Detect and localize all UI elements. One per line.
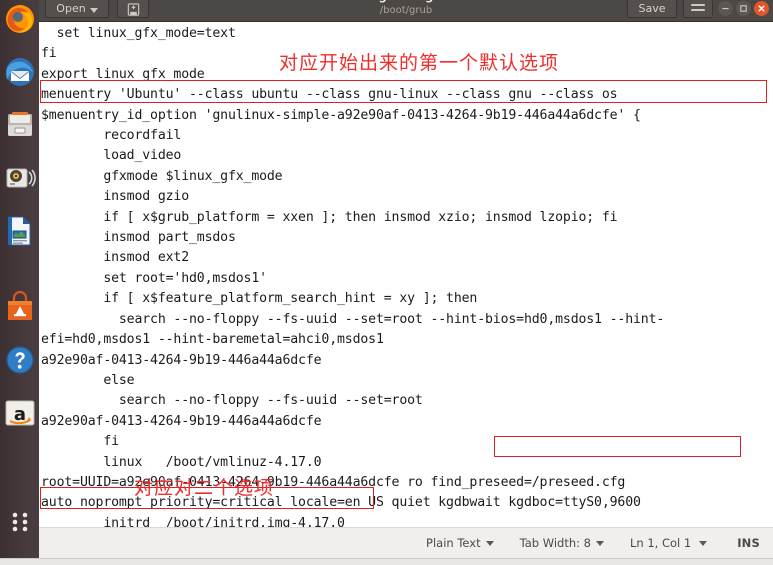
ubuntu-launcher: a <box>0 0 39 565</box>
chevron-down-icon <box>89 7 98 13</box>
launcher-item-help[interactable] <box>3 343 36 376</box>
language-selector[interactable]: Plain Text <box>426 536 494 550</box>
document-text[interactable]: set linux_gfx_mode=text fi export linux_… <box>41 24 771 527</box>
launcher-item-amazon[interactable]: a <box>3 396 36 429</box>
chevron-down-icon[interactable] <box>699 540 708 546</box>
maximize-button[interactable] <box>736 1 751 16</box>
firefox-icon <box>5 4 34 33</box>
minimize-button[interactable] <box>718 1 733 16</box>
new-document-button[interactable] <box>117 0 149 18</box>
tab-width-selector[interactable]: Tab Width: 8 <box>520 536 604 550</box>
status-bar: Plain Text Tab Width: 8 Ln 1, Col 1 INS <box>39 527 773 558</box>
ubuntu-software-icon <box>7 290 32 320</box>
insert-mode-indicator: INS <box>737 536 760 550</box>
text-editor-view[interactable]: set linux_gfx_mode=text fi export linux_… <box>39 22 773 527</box>
rhythmbox-icon <box>6 168 36 187</box>
launcher-item-libreoffice-writer[interactable] <box>3 214 36 247</box>
save-button-label: Save <box>638 2 666 15</box>
open-button[interactable]: Open <box>45 0 109 18</box>
desktop-bottom-strip <box>0 558 773 565</box>
gedit-window: Open grub.cfg /boot/grub Save <box>39 0 773 565</box>
launcher-item-rhythmbox[interactable] <box>3 161 36 194</box>
launcher-item-firefox[interactable] <box>3 2 36 35</box>
close-icon <box>758 5 765 12</box>
chevron-down-icon <box>485 540 494 546</box>
window-controls <box>718 1 769 16</box>
help-icon <box>5 345 34 374</box>
cursor-position: Ln 1, Col 1 <box>629 536 692 550</box>
show-applications-icon <box>12 512 27 531</box>
hamburger-menu-icon <box>691 4 705 14</box>
hamburger-menu-button[interactable] <box>683 0 713 18</box>
new-document-icon <box>127 2 139 16</box>
libreoffice-writer-icon <box>7 216 30 245</box>
language-label: Plain Text <box>426 536 481 550</box>
tab-width-label: Tab Width: 8 <box>519 536 591 550</box>
save-button[interactable]: Save <box>627 0 677 18</box>
open-button-label: Open <box>56 2 86 15</box>
thunderbird-icon <box>5 57 34 86</box>
launcher-item-files[interactable] <box>3 108 36 141</box>
close-button[interactable] <box>754 1 769 16</box>
window-headerbar: Open grub.cfg /boot/grub Save <box>39 0 773 22</box>
minimize-icon <box>722 7 729 10</box>
launcher-item-thunderbird[interactable] <box>3 55 36 88</box>
files-icon <box>7 111 32 136</box>
maximize-icon <box>740 5 747 12</box>
amazon-icon: a <box>5 400 34 425</box>
launcher-item-show-applications[interactable] <box>3 505 36 538</box>
launcher-item-ubuntu-software[interactable] <box>3 290 36 323</box>
chevron-down-icon <box>595 540 604 546</box>
screen: a Open /boot/grub Save set linux_gfx_mod… <box>0 0 773 565</box>
